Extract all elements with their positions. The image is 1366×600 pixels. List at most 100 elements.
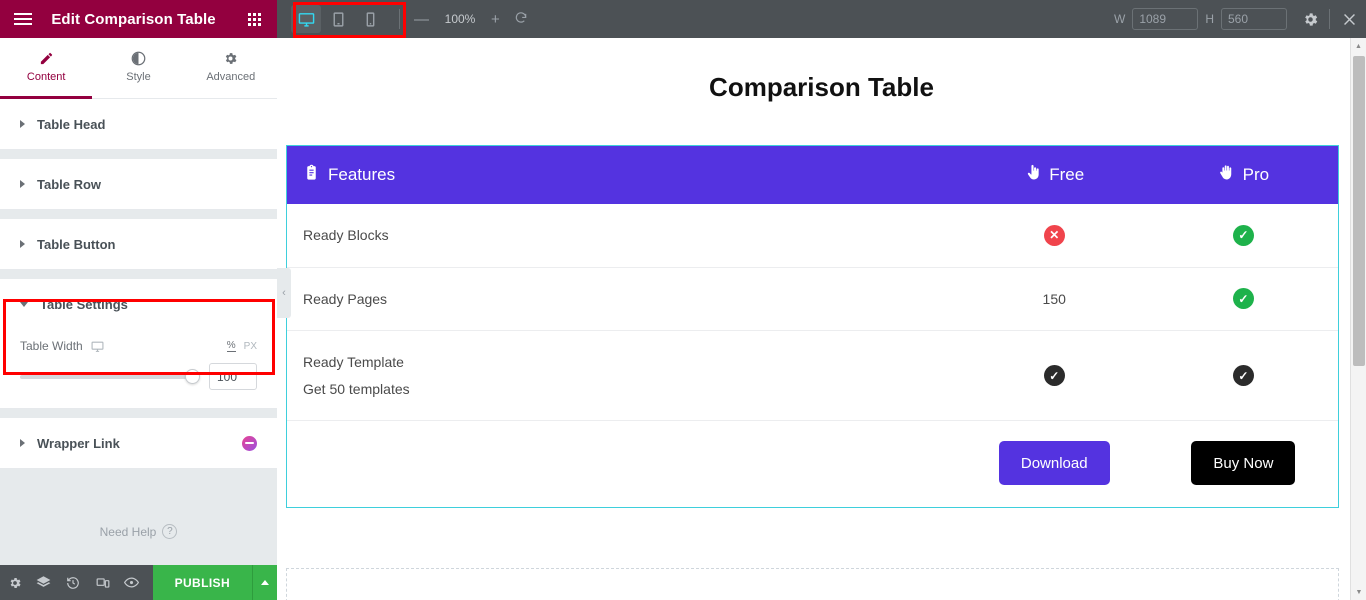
device-mode-switcher [291,5,385,33]
column-free-label: Free [1049,165,1084,185]
table-width-slider[interactable] [20,367,199,387]
table-row: Ready Pages 150 ✓ [287,267,1338,331]
pro-badge-icon [242,436,257,451]
elementor-editor: Edit Comparison Table Content Style [0,0,1366,600]
section-label: Table Settings [40,297,128,312]
row-feature: Ready Blocks [287,204,960,267]
width-input[interactable] [1132,8,1198,30]
table-row: Ready Template Get 50 templates ✓ ✓ [287,331,1338,421]
need-help[interactable]: Need Help ? [0,469,277,539]
check-icon: ✓ [1233,365,1254,386]
section-label: Table Row [37,177,101,192]
page-title: Comparison Table [277,38,1366,103]
reset-rotate-icon[interactable] [514,11,528,28]
question-mark-icon[interactable]: ? [162,524,177,539]
section-label: Wrapper Link [37,436,120,451]
tab-style[interactable]: Style [92,38,184,99]
table-settings-body: Table Width % PX [0,329,277,408]
section-wrapper-link[interactable]: Wrapper Link [0,418,277,469]
scroll-up-icon[interactable]: ▲ [1351,38,1366,54]
chevron-left-icon[interactable]: ‹ [277,268,291,318]
divider [0,270,277,279]
column-pro: Pro [1149,146,1338,204]
slider-knob[interactable] [185,369,200,384]
clipboard-list-icon [303,164,320,186]
section-table-head[interactable]: Table Head [0,99,277,150]
check-icon: ✓ [1233,225,1254,246]
section-table-row[interactable]: Table Row [0,159,277,210]
table-width-input[interactable] [209,363,257,390]
column-features-label: Features [328,165,395,185]
comparison-table-widget[interactable]: Features Free [286,145,1339,508]
panel-title: Edit Comparison Table [36,11,231,28]
buy-now-button[interactable]: Buy Now [1191,441,1295,485]
divider [0,409,277,418]
tab-advanced-label: Advanced [206,71,255,83]
row-feature: Ready Template Get 50 templates [287,331,960,421]
tablet-icon[interactable] [323,5,353,33]
section-table-settings: Table Settings Table Width % PX [0,279,277,409]
editor-canvas: ‹ Comparison Table Features [277,38,1366,600]
unit-switcher: % PX [227,340,257,352]
zoom-value: 100% [443,12,477,26]
plus-icon[interactable]: + [491,12,500,27]
canvas-scrollbar[interactable]: ▲ ▼ [1350,38,1366,600]
row-feature-subtext: Get 50 templates [303,376,944,403]
row-feature: Ready Pages [287,267,960,331]
download-button[interactable]: Download [999,441,1110,485]
height-input[interactable] [1221,8,1287,30]
tab-content[interactable]: Content [0,38,92,99]
hand-pointer-icon [1024,164,1041,186]
unit-px[interactable]: PX [244,341,257,352]
table-header-row: Features Free [287,146,1338,204]
desktop-icon[interactable] [291,5,321,33]
section-table-settings-header[interactable]: Table Settings [0,279,277,329]
eye-preview-icon[interactable] [117,565,146,600]
comparison-table: Features Free [287,146,1338,507]
table-row: Ready Blocks ✕ ✓ [287,204,1338,267]
check-icon: ✓ [1044,365,1065,386]
canvas-size-fields: W H [1114,8,1287,30]
unit-percent[interactable]: % [227,340,236,352]
check-icon: ✓ [1233,288,1254,309]
mobile-icon[interactable] [355,5,385,33]
row-pro-cell: ✓ [1149,331,1338,421]
grid-apps-icon[interactable] [231,0,277,38]
pro-button-cell: Buy Now [1149,421,1338,508]
scroll-down-icon[interactable]: ▼ [1351,584,1366,600]
widget-dropzone[interactable] [286,568,1339,600]
publish-options-button[interactable] [252,565,277,600]
row-pro-cell: ✓ [1149,204,1338,267]
row-free-cell: ✓ [960,331,1149,421]
divider [0,150,277,159]
cross-icon: ✕ [1044,225,1065,246]
zoom-controls: — 100% + [414,11,528,28]
responsive-preview-icon[interactable] [88,565,117,600]
section-table-button[interactable]: Table Button [0,219,277,270]
free-button-cell: Download [960,421,1149,508]
gear-icon[interactable] [0,565,29,600]
desktop-icon[interactable] [91,340,104,353]
tab-advanced[interactable]: Advanced [185,38,277,99]
chevron-right-icon [20,120,25,128]
column-features: Features [287,146,960,204]
panel-header: Edit Comparison Table [0,0,277,38]
gear-icon[interactable] [1293,0,1327,38]
row-free-cell: ✕ [960,204,1149,267]
slider-track [20,375,199,379]
row-pro-cell: ✓ [1149,267,1338,331]
tab-content-label: Content [27,71,66,83]
section-label: Table Head [37,117,105,132]
tab-style-label: Style [126,71,150,83]
chevron-right-icon [20,240,25,248]
close-x-icon[interactable] [1332,0,1366,38]
layers-icon[interactable] [29,565,58,600]
scrollbar-thumb[interactable] [1353,56,1365,366]
chevron-right-icon [20,180,25,188]
divider [399,9,400,29]
publish-button[interactable]: PUBLISH [153,565,252,600]
contrast-circle-icon [131,51,146,66]
history-icon[interactable] [59,565,88,600]
chevron-right-icon [20,439,25,447]
minus-icon[interactable]: — [414,12,429,27]
